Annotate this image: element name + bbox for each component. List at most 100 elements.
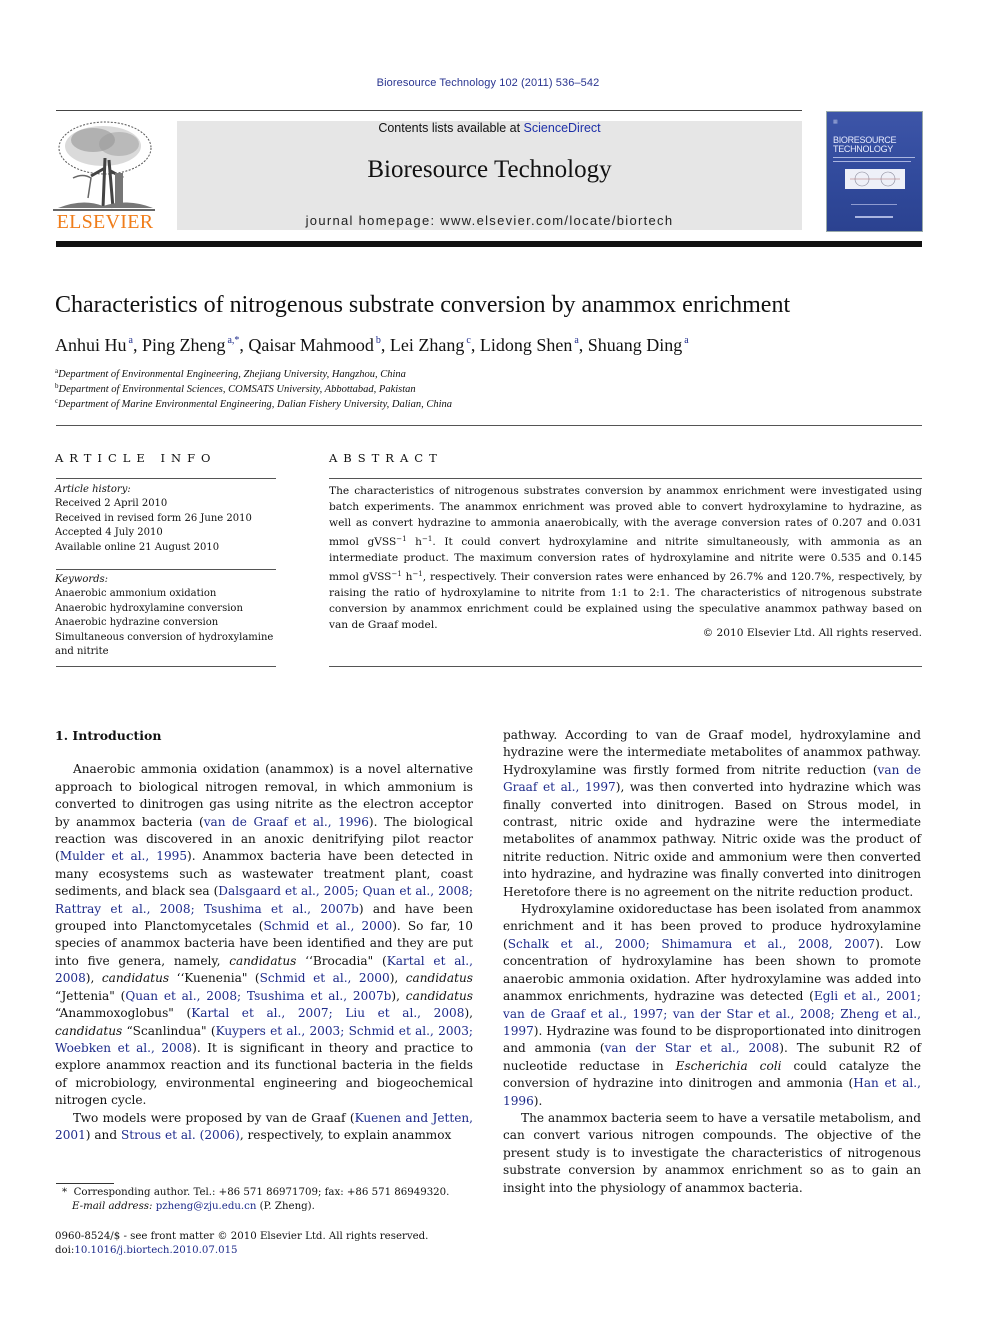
divider — [56, 425, 922, 426]
affiliation-text: Department of Environmental Engineering,… — [58, 369, 406, 380]
body-text: ), — [464, 1006, 473, 1021]
body-text: ‘‘Kuenenia" ( — [169, 971, 260, 986]
doi-link[interactable]: 10.1016/j.biortech.2010.07.015 — [74, 1245, 237, 1256]
elsevier-tree-icon — [53, 118, 155, 213]
citation-link[interactable]: Mulder et al., 1995 — [60, 849, 187, 863]
contents-prefix: Contents lists available at — [378, 121, 524, 135]
contents-line: Contents lists available at ScienceDirec… — [177, 121, 802, 135]
article-title: Characteristics of nitrogenous substrate… — [55, 292, 791, 318]
citation-link[interactable]: Quan et al., 2008; Tsushima et al., 2007… — [125, 989, 391, 1003]
abstract-heading: ABSTRACT — [329, 451, 443, 465]
author-affiliation-marker[interactable]: b — [376, 335, 381, 346]
italic-text: Escherichia coli — [675, 1058, 782, 1073]
keywords: Keywords: Anaerobic ammonium oxidation A… — [55, 573, 280, 659]
abstract-superscript: −1 — [422, 535, 433, 543]
author-name[interactable]: Lidong Shen — [480, 335, 573, 355]
email-link[interactable]: pzheng@zju.edu.cn — [156, 1201, 257, 1212]
author-list: Anhui Hu a, Ping Zheng a,*, Qaisar Mahmood… — [55, 335, 689, 355]
keyword: Anaerobic hydroxylamine conversion — [55, 602, 243, 614]
paragraph: Anaerobic ammonia oxidation (anammox) is… — [55, 761, 473, 1109]
front-matter: 0960-8524/$ - see front matter © 2010 El… — [55, 1230, 475, 1259]
body-text: ) and — [85, 1127, 121, 1142]
history-accepted: Accepted 4 July 2010 — [55, 527, 163, 539]
cover-publisher-logo — [855, 216, 893, 218]
cover-title-line2: TECHNOLOGY — [833, 144, 894, 154]
keywords-label: Keywords: — [55, 574, 109, 585]
paragraph: The anammox bacteria seem to have a vers… — [503, 1110, 921, 1197]
abstract-segment: h — [406, 536, 423, 548]
author-name[interactable]: Ping Zheng — [142, 335, 226, 355]
affiliation-b: bDepartment of Environmental Sciences, C… — [55, 382, 416, 395]
citation-link[interactable]: Schmid et al., 2000 — [263, 919, 392, 933]
cover-text-lines — [851, 204, 897, 205]
sciencedirect-link[interactable]: ScienceDirect — [524, 121, 601, 135]
header-rule — [56, 110, 802, 111]
doi-label: doi: — [55, 1245, 75, 1257]
body-text: ), was then converted into hydrazine whi… — [503, 780, 921, 899]
body-text: pathway. According to van de Graaf model… — [503, 728, 921, 777]
citation-link[interactable]: Kartal et al., 2007; Liu et al., 2008 — [191, 1006, 464, 1020]
affiliation-a: aDepartment of Environmental Engineering… — [55, 367, 406, 380]
body-text: Two models were proposed by van de Graaf… — [73, 1110, 355, 1125]
author-name[interactable]: Lei Zhang — [390, 335, 464, 355]
italic-text: candidatus — [55, 1023, 123, 1038]
divider — [329, 478, 922, 479]
footnote-marker: * — [62, 1187, 68, 1198]
paragraph: Two models were proposed by van de Graaf… — [55, 1110, 473, 1145]
divider — [329, 666, 922, 667]
body-text: ), — [85, 971, 102, 986]
keyword: Simultaneous conversion of hydroxylamine… — [55, 631, 274, 658]
citation-link[interactable]: van der Star et al., 2008 — [605, 1041, 780, 1055]
body-text: , respectively, to explain anammox — [239, 1127, 452, 1142]
affiliation-c: cDepartment of Marine Environmental Engi… — [55, 397, 452, 410]
journal-homepage-link[interactable]: journal homepage: www.elsevier.com/locat… — [177, 213, 802, 228]
author-name[interactable]: Qaisar Mahmood — [248, 335, 373, 355]
elsevier-logo[interactable]: ELSEVIER — [53, 118, 157, 234]
affiliation-text: Department of Marine Environmental Engin… — [58, 399, 453, 410]
abstract-segment: h — [401, 571, 413, 583]
keyword: Anaerobic hydrazine conversion — [55, 617, 219, 629]
author-name[interactable]: Anhui Hu — [55, 335, 127, 355]
abstract-superscript: −1 — [396, 535, 407, 543]
italic-text: candidatus — [101, 971, 170, 986]
history-label: Article history: — [55, 484, 131, 495]
author-affiliation-marker[interactable]: c — [466, 335, 470, 346]
elsevier-wordmark: ELSEVIER — [56, 211, 154, 233]
body-text: ), — [389, 971, 406, 986]
section-heading-introduction: 1. Introduction — [55, 728, 162, 743]
email-label: E-mail address: — [72, 1201, 153, 1212]
abstract-superscript: −1 — [391, 570, 402, 578]
corresponding-author-footnote: * Corresponding author. Tel.: +86 571 86… — [62, 1186, 482, 1214]
author-affiliation-marker[interactable]: a — [684, 335, 688, 346]
italic-text: candidatus — [405, 988, 473, 1003]
body-text: The anammox bacteria seem to have a vers… — [503, 1110, 921, 1195]
abstract-superscript: −1 — [412, 570, 423, 578]
author-affiliation-marker[interactable]: a — [129, 335, 133, 346]
citation-link[interactable]: van de Graaf et al., 1996 — [204, 815, 369, 829]
cover-text-lines — [833, 157, 915, 158]
author-affiliation-marker[interactable]: a — [574, 335, 578, 346]
abstract-copyright: © 2010 Elsevier Ltd. All rights reserved… — [702, 627, 922, 639]
citation-link[interactable]: Schalk et al., 2000; Shimamura et al., 2… — [508, 937, 875, 951]
italic-text: candidatus — [405, 971, 473, 986]
body-column-right: pathway. According to van de Graaf model… — [503, 727, 921, 1197]
history-online: Available online 21 August 2010 — [55, 541, 220, 553]
paragraph: Hydroxylamine oxidoreductase has been is… — [503, 901, 921, 1110]
article-history: Article history: Received 2 April 2010 R… — [55, 483, 280, 555]
divider — [56, 666, 276, 667]
citation-link[interactable]: Strous et al. (2006) — [121, 1128, 240, 1142]
abstract-segment: , respectively. Their conversion rates w… — [329, 571, 922, 631]
footnote-rule — [56, 1183, 114, 1184]
footnote-contact: Corresponding author. Tel.: +86 571 8697… — [73, 1187, 450, 1198]
journal-cover-thumbnail[interactable]: ▦ BIORESOURCE TECHNOLOGY — [826, 111, 923, 232]
body-text: ‘‘Brocadia" ( — [296, 953, 387, 968]
author-affiliation-marker[interactable]: a,* — [227, 335, 239, 346]
cover-figure — [845, 169, 905, 189]
author-name[interactable]: Shuang Ding — [588, 335, 683, 355]
citation-link[interactable]: Schmid et al., 2000 — [260, 971, 390, 985]
issn-line: 0960-8524/$ - see front matter © 2010 El… — [55, 1231, 429, 1242]
journal-citation[interactable]: Bioresource Technology 102 (2011) 536–54… — [0, 77, 976, 89]
keyword: Anaerobic ammonium oxidation — [55, 588, 217, 600]
cover-publisher-mark: ▦ — [833, 119, 838, 125]
cover-diagram-icon — [850, 171, 900, 187]
